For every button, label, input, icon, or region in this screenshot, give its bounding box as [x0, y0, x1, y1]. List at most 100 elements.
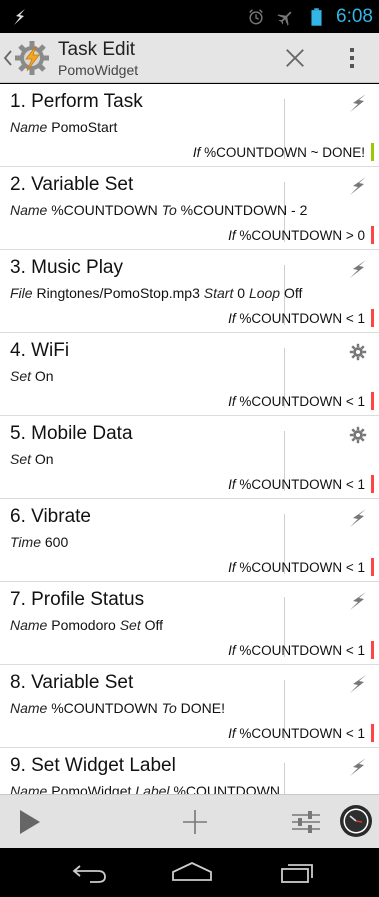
tasker-notification-icon: [10, 7, 30, 27]
lightning-icon: [347, 92, 369, 114]
condition-if-label: If: [228, 228, 236, 243]
clock-time: 6:08: [336, 5, 373, 27]
condition-expression: %COUNTDOWN < 1: [235, 394, 365, 409]
condition-status-bar: [371, 309, 374, 327]
gear-icon: [347, 341, 369, 363]
page-subtitle: PomoWidget: [58, 62, 139, 78]
condition-status-bar: [371, 724, 374, 742]
condition-status-bar: [371, 475, 374, 493]
action-list: 1. Perform Task Name PomoStart If %COUNTDO…: [0, 84, 379, 794]
parameter-key: Name: [10, 700, 52, 716]
back-arrow-icon: [72, 865, 106, 883]
parameter-key: Set: [10, 368, 35, 384]
action-row[interactable]: 3. Music Play File Ringtones/PomoStop.mp3…: [0, 250, 379, 333]
lightning-icon: [347, 175, 369, 197]
action-title: 3. Music Play: [10, 257, 123, 278]
add-action-button[interactable]: [180, 807, 210, 837]
action-title: 7. Profile Status: [10, 589, 145, 610]
task-properties-button[interactable]: [290, 807, 322, 837]
parameter-value: Ringtones/PomoStop.mp3: [36, 285, 204, 301]
action-condition: If %COUNTDOWN < 1: [228, 560, 365, 575]
parameter-key: To: [161, 202, 181, 218]
condition-if-label: If: [228, 726, 236, 741]
condition-status-bar: [371, 558, 374, 576]
lightning-icon: [347, 756, 369, 778]
action-row[interactable]: 6. Vibrate Time 600 If %COUNTDOWN < 1: [0, 499, 379, 582]
parameter-key: Name: [10, 617, 52, 633]
action-parameters: Set On: [10, 368, 54, 384]
condition-if-label: If: [228, 643, 236, 658]
condition-expression: %COUNTDOWN < 1: [235, 560, 365, 575]
action-row[interactable]: 8. Variable Set Name %COUNTDOWN To DONE! I…: [0, 665, 379, 748]
menu-dot: [350, 48, 354, 52]
battery-icon: [306, 7, 326, 27]
condition-expression: %COUNTDOWN < 1: [235, 643, 365, 658]
alarm-icon: [246, 7, 266, 27]
parameter-key: To: [161, 700, 181, 716]
lightning-icon: [347, 673, 369, 695]
action-parameters: Name %COUNTDOWN To %COUNTDOWN - 2: [10, 202, 307, 218]
action-title: 1. Perform Task: [10, 91, 143, 112]
parameter-key: Time: [10, 534, 45, 550]
condition-expression: %COUNTDOWN < 1: [235, 477, 365, 492]
action-title: 9. Set Widget Label: [10, 755, 176, 776]
action-row[interactable]: 7. Profile Status Name Pomodoro Set Off If…: [0, 582, 379, 665]
action-row[interactable]: 2. Variable Set Name %COUNTDOWN To %COUNT…: [0, 167, 379, 250]
action-row[interactable]: 9. Set Widget Label Name PomoWidget Label…: [0, 748, 379, 794]
parameter-key: Label: [135, 783, 174, 794]
parameter-value: %COUNTDOWN - 2: [180, 202, 308, 218]
airplane-mode-icon: [276, 7, 296, 27]
close-button[interactable]: [280, 43, 310, 73]
status-bar: 6:08: [0, 0, 379, 33]
parameter-key: File: [10, 285, 37, 301]
home-button[interactable]: [168, 856, 216, 888]
action-condition: If %COUNTDOWN < 1: [228, 477, 365, 492]
condition-status-bar: [371, 392, 374, 410]
action-condition: If %COUNTDOWN < 1: [228, 726, 365, 741]
back-button[interactable]: [66, 856, 114, 888]
parameter-value: PomoStart: [51, 119, 118, 135]
action-row[interactable]: 4. WiFi Set On If %COUNTDOWN < 1: [0, 333, 379, 416]
condition-expression: %COUNTDOWN < 1: [235, 726, 365, 741]
recent-apps-icon: [281, 864, 313, 883]
drag-guide-line: [284, 763, 285, 794]
action-row[interactable]: 5. Mobile Data Set On If %COUNTDOWN < 1: [0, 416, 379, 499]
action-condition: If %COUNTDOWN ~ DONE!: [193, 145, 365, 160]
parameter-key: Start: [203, 285, 238, 301]
action-title: 4. WiFi: [10, 340, 70, 361]
lightning-icon: [347, 507, 369, 529]
parameter-value: %COUNTDOWN: [173, 783, 280, 794]
task-icon-clock[interactable]: [339, 804, 373, 838]
action-parameters: Time 600: [10, 534, 68, 550]
parameter-value: Pomodoro: [51, 617, 120, 633]
navigation-bar: [0, 848, 379, 897]
action-row[interactable]: 1. Perform Task Name PomoStart If %COUNTDO…: [0, 84, 379, 167]
overflow-menu-button[interactable]: [340, 43, 364, 73]
lightning-icon: [347, 258, 369, 280]
parameter-key: Loop: [248, 285, 284, 301]
parameter-key: Set: [10, 451, 35, 467]
play-icon[interactable]: [20, 810, 40, 834]
condition-if-label: If: [228, 311, 236, 326]
plus-icon: [183, 810, 207, 834]
condition-status-bar: [371, 641, 374, 659]
recent-apps-button[interactable]: [274, 856, 322, 888]
action-parameters: File Ringtones/PomoStop.mp3 Start 0 Loop…: [10, 285, 302, 301]
action-title: 6. Vibrate: [10, 506, 91, 527]
tasker-app-icon[interactable]: [14, 40, 50, 76]
sliders-icon: [292, 811, 320, 833]
parameter-value: %COUNTDOWN: [51, 202, 162, 218]
action-title: 5. Mobile Data: [10, 423, 133, 444]
home-icon: [172, 862, 212, 881]
condition-status-bar: [371, 226, 374, 244]
parameter-key: Name: [10, 202, 52, 218]
parameter-value: %COUNTDOWN: [51, 700, 162, 716]
action-bar: Task Edit PomoWidget: [0, 33, 379, 83]
back-caret-icon[interactable]: [3, 49, 13, 67]
action-condition: If %COUNTDOWN < 1: [228, 394, 365, 409]
parameter-key: Set: [119, 617, 145, 633]
action-condition: If %COUNTDOWN < 1: [228, 643, 365, 658]
parameter-value: On: [34, 451, 54, 467]
condition-if-label: If: [228, 394, 236, 409]
parameter-value: Off: [283, 285, 303, 301]
